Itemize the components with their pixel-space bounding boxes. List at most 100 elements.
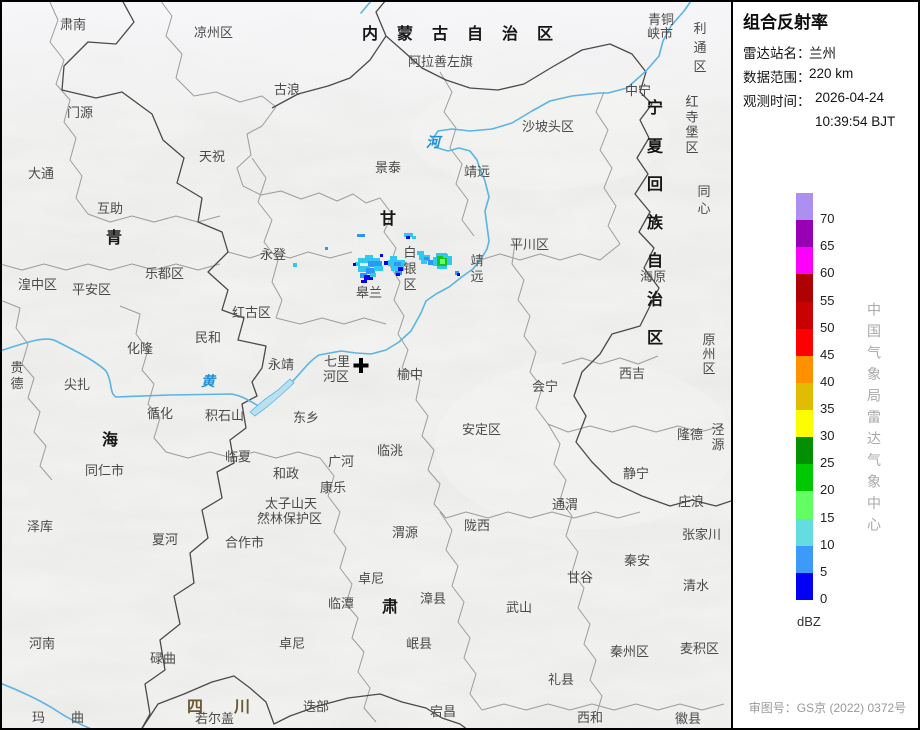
map-label: 乐都区	[145, 266, 184, 281]
map-label: 红古区	[232, 305, 271, 320]
map-label: 利通区	[693, 21, 706, 74]
legend-color-block	[796, 328, 813, 356]
map-label: 同仁市	[85, 463, 124, 478]
radar-echo-cell	[440, 259, 445, 264]
legend-color-block	[796, 518, 813, 546]
legend-value: 5	[820, 563, 828, 579]
radar-echo-cell	[390, 256, 397, 260]
map-label: 西和	[577, 710, 603, 725]
legend-value: 65	[820, 238, 835, 254]
map-label: 会宁	[532, 379, 558, 394]
legend-value: 50	[820, 319, 835, 335]
map-label: 互助	[97, 201, 123, 216]
map-label: 甘	[380, 210, 396, 228]
map-label: 七里	[324, 354, 350, 369]
map-label: 红寺堡区	[685, 94, 698, 155]
map-label: 临潭	[328, 596, 354, 611]
legend-color-block	[796, 545, 813, 573]
radar-echo-cell	[406, 236, 410, 239]
legend-unit: dBZ	[797, 614, 821, 629]
legend-color-block	[796, 410, 813, 438]
map-label: 礼县	[548, 672, 574, 687]
map-label: 麦积区	[680, 641, 719, 656]
map-label: 大通	[28, 166, 54, 181]
legend-value: 0	[820, 590, 828, 606]
radar-echo-cell	[457, 273, 460, 276]
map-label: 靖远	[470, 253, 483, 284]
radar-echo-cell	[325, 247, 328, 250]
map-label: 西吉	[619, 366, 645, 381]
map-label: 河区	[323, 369, 349, 384]
legend-value: 25	[820, 455, 835, 471]
map-label: 夏河	[152, 532, 178, 547]
radar-echo-cell	[384, 261, 388, 265]
map-label: 靖远	[464, 164, 490, 179]
legend-value: 30	[820, 428, 835, 444]
map-label: 泽库	[27, 519, 53, 534]
map-label: 积石山	[205, 408, 244, 423]
map-label: 青铜	[648, 12, 674, 27]
map-label: 和政	[273, 466, 299, 481]
map-label: 临夏	[225, 449, 251, 464]
map-label: 峡市	[647, 26, 673, 41]
legend-color-block	[796, 301, 813, 329]
map-label: 隆德	[677, 427, 703, 442]
map-label: 贵德	[10, 360, 23, 391]
radar-echo-cell	[380, 254, 383, 257]
legend-color-block	[796, 193, 813, 221]
map-label: 迭部	[303, 699, 329, 714]
map-label: 若尔盖	[195, 711, 234, 726]
legend-color-block	[796, 220, 813, 248]
map-label: 甘谷	[567, 570, 593, 585]
radar-map: 内蒙古自治区 宁夏回族自治区青海甘肃四川肃南 凉州区 古浪 门源 天祝 大通 互助 阿拉善左旗青…	[0, 0, 735, 730]
legend-color-block	[796, 437, 813, 465]
map-label: 安定区	[462, 422, 501, 437]
map-label: 广河	[328, 454, 354, 469]
legend-value: 55	[820, 292, 835, 308]
radar-echo-cell	[361, 280, 367, 283]
legend-color-block	[796, 572, 813, 600]
map-label: 太子山天	[265, 496, 317, 511]
map-label: 然林保护区	[257, 511, 322, 526]
map-label: 秦安	[624, 553, 650, 568]
map-label: 川	[233, 699, 250, 716]
map-label: 化隆	[127, 341, 153, 356]
radar-echo-cell	[293, 263, 297, 267]
map-label: 肃南	[60, 17, 86, 32]
map-label: 循化	[147, 406, 173, 421]
map-label: 河南	[29, 636, 55, 651]
map-label: 白银区	[403, 245, 416, 292]
watermark-vertical: 中国气象局雷达气象中心	[866, 302, 882, 539]
range-value: 220 km	[809, 66, 854, 81]
map-label: 东乡	[293, 410, 319, 425]
map-label: 陇西	[464, 518, 490, 533]
radar-echo-cell	[428, 260, 433, 265]
range-label: 数据范围：	[743, 70, 811, 85]
radar-echo-cell	[374, 266, 383, 271]
map-label: 沙坡头区	[522, 119, 574, 134]
map-label: 榆中	[397, 367, 423, 382]
map-label: 阿拉善左旗	[408, 54, 473, 69]
map-label: 海	[102, 430, 118, 449]
legend-color-block	[796, 491, 813, 519]
legend-color-block	[796, 464, 813, 492]
obs-clock-value: 10:39:54 BJT	[815, 114, 896, 129]
radar-echo-cell	[396, 273, 400, 276]
map-canvas: 内蒙古自治区宁夏回族自治区青海甘肃四 川肃南凉州区古浪门源天祝大通互助阿拉善左旗青…	[0, 0, 735, 730]
product-title: 组合反射率	[743, 13, 828, 32]
map-label: 民和	[195, 330, 221, 345]
map-label: 静宁	[623, 466, 649, 481]
map-label: 岷县	[406, 636, 432, 651]
station-value: 兰州	[809, 46, 836, 61]
legend-color-block	[796, 274, 813, 302]
map-label: 天祝	[199, 149, 225, 164]
radar-echo-cell	[370, 273, 376, 277]
radar-echo-cell	[412, 236, 416, 239]
map-label: 原州区	[702, 332, 715, 376]
radar-echo-cell	[443, 254, 448, 258]
map-label: 通渭	[552, 497, 578, 512]
map-label: 徽县	[675, 711, 701, 726]
map-label: 卓尼	[279, 636, 305, 651]
map-label: 漳县	[420, 591, 446, 606]
radar-display: 内蒙古自治区 宁夏回族自治区青海甘肃四川肃南 凉州区 古浪 门源 天祝 大通 互助 阿拉善左旗青…	[0, 0, 920, 730]
